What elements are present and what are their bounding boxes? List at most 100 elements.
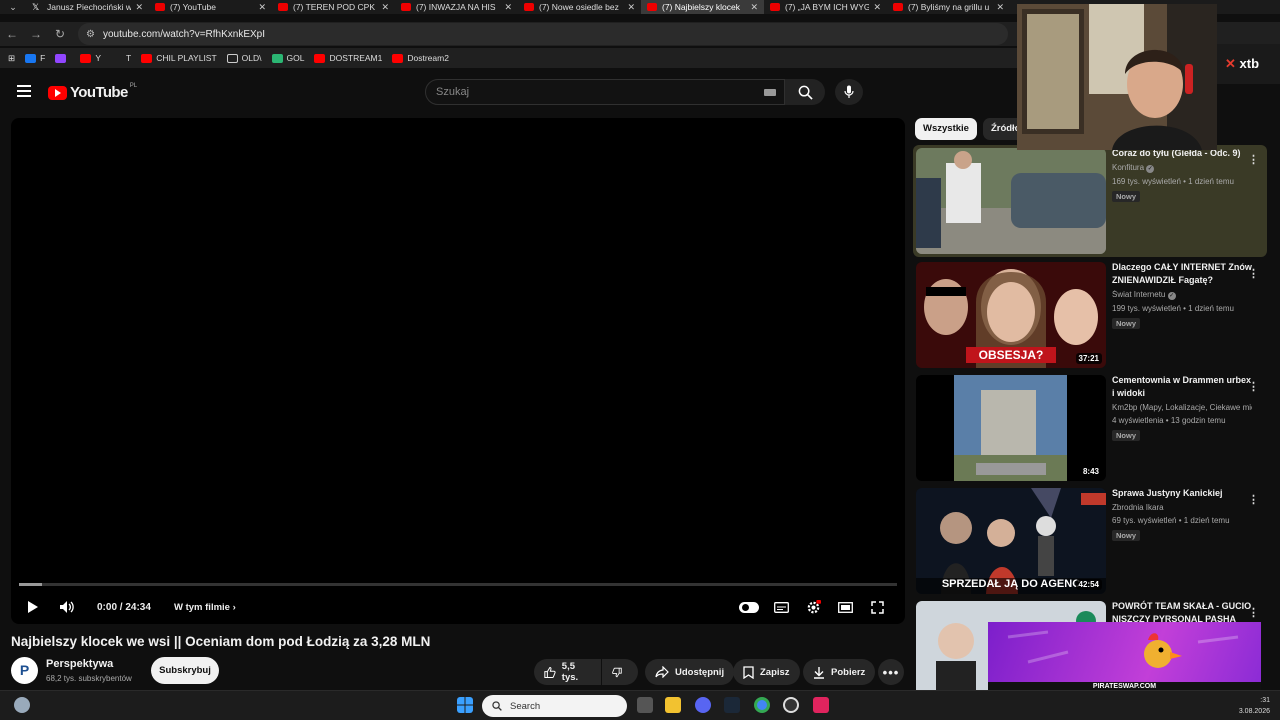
subtitles-button[interactable] [773, 599, 789, 615]
close-tab-icon[interactable]: ✕ [996, 2, 1004, 13]
video-thumbnail[interactable] [916, 148, 1106, 254]
close-tab-icon[interactable]: ✕ [258, 2, 266, 13]
reload-icon[interactable]: ↻ [48, 27, 72, 41]
stream-overlay-banner: PIRATESWAP.COM [988, 622, 1261, 692]
browser-tab[interactable]: 𝕏 Janusz Piechociński w ✕ [26, 0, 149, 14]
recommended-channel[interactable]: Km2bp (Mapy, Lokalizacje, Ciekawe miej..… [1112, 403, 1252, 412]
bookmark-item[interactable]: OLD\ [226, 53, 262, 63]
recommended-video[interactable]: 8:43 Cementownia w Drammen urbex i widoki… [913, 372, 1267, 484]
obs-icon[interactable] [783, 697, 799, 713]
file-explorer-icon[interactable] [665, 697, 681, 713]
fullscreen-button[interactable] [869, 599, 885, 615]
like-button[interactable]: 5,5 tys. [534, 659, 601, 685]
clock-date: 3.08.2026 [1238, 708, 1270, 715]
bookmark-item[interactable]: Dostream2 [392, 53, 449, 63]
search-input[interactable]: Szukaj [425, 79, 785, 105]
chapters-button[interactable]: W tym filmie › [174, 602, 236, 613]
browser-tab[interactable]: (7) INWAZJA NA HIS ✕ [395, 0, 518, 14]
tab-list-chevron-icon[interactable]: ⌄ [0, 2, 26, 13]
more-vertical-icon[interactable]: ⋮ [1248, 606, 1259, 619]
download-button[interactable]: Pobierz [803, 659, 876, 685]
bookmark-item[interactable]: GOL [271, 53, 304, 63]
site-info-icon[interactable]: ⚙ [86, 29, 95, 40]
recommended-channel[interactable]: Zbrodnia Ikara [1112, 503, 1252, 512]
video-player[interactable]: 0:00 / 24:34 W tym filmie › [11, 118, 905, 624]
browser-tab[interactable]: (7) TEREN POD CPK / ✕ [272, 0, 395, 14]
more-vertical-icon[interactable]: ⋮ [1248, 380, 1259, 393]
verified-check-icon: ✓ [1167, 292, 1176, 300]
recommended-channel[interactable]: Świat Internetu ✓ [1112, 290, 1252, 300]
url-field[interactable]: ⚙ youtube.com/watch?v=RfhKxnkEXpI [78, 23, 1008, 45]
app-red-icon[interactable] [813, 697, 829, 713]
youtube-logo[interactable]: YouTube PL [48, 83, 137, 101]
search-button[interactable] [785, 79, 825, 105]
recommended-title[interactable]: Dlaczego CAŁY INTERNET Znów ZNIENAWIDZIŁ… [1112, 261, 1252, 287]
browser-tab[interactable]: (7) Najbielszy klocek ✕ [641, 0, 764, 14]
bookmark-item[interactable]: T [111, 53, 131, 63]
browser-tab[interactable]: (7) YouTube ✕ [149, 0, 272, 14]
channel-name[interactable]: Perspektywa [46, 658, 113, 670]
voice-search-button[interactable] [835, 79, 863, 105]
apps-grid-icon[interactable]: ⊞ [8, 53, 15, 64]
play-button[interactable] [25, 599, 41, 615]
bookmark-item[interactable]: Y [80, 53, 101, 63]
save-button[interactable]: Zapisz [733, 659, 800, 685]
steam-icon[interactable] [724, 697, 740, 713]
more-vertical-icon[interactable]: ⋮ [1248, 267, 1259, 280]
share-button[interactable]: Udostępnij [645, 659, 735, 685]
dislike-button[interactable] [602, 659, 638, 685]
forward-arrow-icon[interactable]: → [24, 27, 48, 41]
youtube-icon [770, 3, 780, 11]
progress-bar[interactable] [19, 583, 897, 586]
close-tab-icon[interactable]: ✕ [873, 2, 881, 13]
weather-icon[interactable] [14, 697, 30, 713]
new-badge: Nowy [1112, 191, 1141, 202]
video-thumbnail[interactable]: SPRZEDAŁ JĄ DO AGENC 42:54 [916, 488, 1106, 594]
back-arrow-icon[interactable]: ← [0, 27, 24, 41]
bookmark-item[interactable]: DOSTREAM1 [314, 53, 382, 63]
windows-start-icon[interactable] [457, 697, 473, 713]
more-vertical-icon[interactable]: ⋮ [1248, 493, 1259, 506]
more-actions-button[interactable]: ••• [878, 659, 904, 685]
recommended-video[interactable]: SPRZEDAŁ JĄ DO AGENC 42:54 Sprawa Justyny … [913, 485, 1267, 597]
recommended-channel[interactable]: Konfitura ✓ [1112, 163, 1252, 173]
close-tab-icon[interactable]: ✕ [381, 2, 389, 13]
volume-button[interactable] [58, 599, 76, 615]
more-vertical-icon[interactable]: ⋮ [1248, 153, 1259, 166]
subscribe-button[interactable]: Subskrybuj [151, 657, 219, 684]
recommended-video[interactable]: Coraz do tyłu (Giełda - Odc. 9) Konfitura… [913, 145, 1267, 257]
channel-avatar[interactable]: P [11, 657, 38, 684]
video-thumbnail[interactable]: OBSESJA? 37:21 [916, 262, 1106, 368]
browser-tab[interactable]: (7) Nowe osiedle bez ✕ [518, 0, 641, 14]
filter-chip[interactable]: Wszystkie [915, 118, 977, 140]
subtitles-icon [773, 601, 789, 613]
chrome-icon[interactable] [754, 697, 770, 713]
bookmark-label: CHIL PLAYLIST [156, 53, 217, 63]
youtube-play-logo-icon [48, 85, 67, 100]
bookmark-favicon-icon [55, 53, 67, 63]
taskbar-search[interactable]: Search [482, 695, 627, 717]
recommended-video[interactable]: OBSESJA? 37:21 Dlaczego CAŁY INTERNET Znów… [913, 259, 1267, 371]
close-tab-icon[interactable]: ✕ [750, 2, 758, 13]
autoplay-toggle[interactable] [738, 599, 760, 615]
share-label: Udostępnij [675, 666, 725, 678]
settings-button[interactable] [805, 599, 821, 615]
bookmark-item[interactable] [55, 53, 70, 63]
close-tab-icon[interactable]: ✕ [627, 2, 635, 13]
recommended-title[interactable]: Sprawa Justyny Kanickiej [1112, 487, 1252, 500]
keyboard-icon[interactable] [764, 89, 776, 96]
browser-tab[interactable]: (7) Byliśmy na grillu u ✕ [887, 0, 1010, 14]
download-icon [814, 666, 824, 679]
miniplayer-button[interactable] [837, 599, 853, 615]
bookmark-item[interactable]: CHIL PLAYLIST [141, 53, 217, 63]
bookmark-item[interactable]: F [25, 53, 45, 63]
task-view-icon[interactable] [637, 697, 653, 713]
video-thumbnail[interactable]: 8:43 [916, 375, 1106, 481]
taskbar-clock[interactable]: :31 3.08.2026 [1239, 695, 1270, 717]
close-tab-icon[interactable]: ✕ [135, 2, 143, 13]
menu-hamburger-icon[interactable] [17, 85, 31, 97]
recommended-title[interactable]: Cementownia w Drammen urbex i widoki [1112, 374, 1252, 400]
close-tab-icon[interactable]: ✕ [504, 2, 512, 13]
browser-tab[interactable]: (7) „JA BYM ICH WYG ✕ [764, 0, 887, 14]
discord-icon[interactable] [695, 697, 711, 713]
